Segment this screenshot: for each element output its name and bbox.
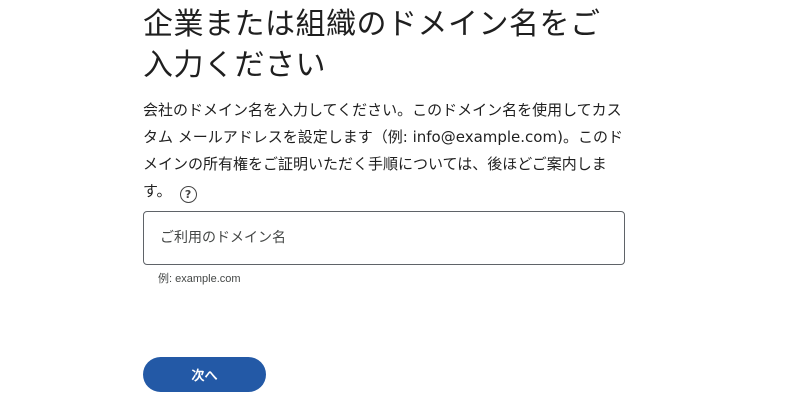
domain-input-hint: 例: example.com xyxy=(158,273,241,285)
description-text: 会社のドメイン名を入力してください。このドメイン名を使用してカスタム メールアド… xyxy=(143,97,625,205)
domain-input-container xyxy=(143,211,625,265)
page-title: 企業または組織のドメイン名をご入力ください xyxy=(143,7,601,83)
next-button[interactable]: 次へ xyxy=(143,357,266,392)
domain-name-input[interactable] xyxy=(144,212,624,264)
help-circle-icon[interactable]: ? xyxy=(179,186,197,203)
description-body: 会社のドメイン名を入力してください。このドメイン名を使用してカスタム メールアド… xyxy=(143,101,623,200)
